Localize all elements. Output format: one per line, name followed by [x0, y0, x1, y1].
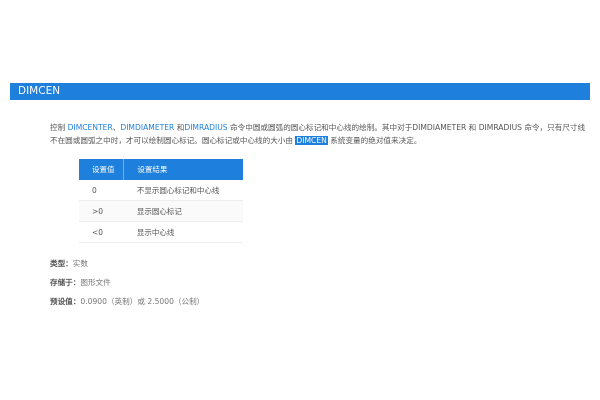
default-field: 预设值：0.0900（英制）或 2.5000（公制） — [50, 296, 204, 307]
link-dimradius[interactable]: DIMRADIUS — [184, 123, 227, 132]
stored-field: 存储于：图形文件 — [50, 277, 111, 288]
table-row: 0 不显示圆心标记和中心线 — [79, 180, 243, 201]
description: 控制 DIMCENTER、DIMDIAMETER 和DIMRADIUS 命令中圆… — [50, 121, 590, 147]
cell: <0 — [79, 221, 124, 243]
table-row: <0 显示中心线 — [79, 221, 243, 243]
cell: 0 — [79, 180, 124, 201]
type-field: 类型：实数 — [50, 258, 88, 269]
value: 图形文件 — [80, 278, 111, 287]
cell: 显示圆心标记 — [123, 200, 243, 222]
text: 和 — [174, 123, 185, 132]
link-dimcenter[interactable]: DIMCENTER — [68, 123, 113, 132]
settings-table: 设置值 设置结果 0 不显示圆心标记和中心线 >0 显示圆心标记 <0 显示中心线 — [79, 159, 243, 243]
highlighted-term: DIMCEN — [295, 136, 328, 145]
cell: >0 — [79, 200, 124, 222]
column-header: 设置值 — [79, 159, 125, 180]
link-dimdiameter[interactable]: DIMDIAMETER — [120, 123, 174, 132]
label: 类型： — [50, 259, 73, 268]
label: 存储于： — [50, 278, 81, 287]
cell: 显示中心线 — [123, 221, 243, 243]
text: 控制 — [50, 123, 68, 132]
page-title: DIMCEN — [10, 83, 590, 100]
text: 系统变量的绝对值来决定。 — [327, 136, 422, 145]
table-row: >0 显示圆心标记 — [79, 200, 243, 222]
label: 预设值： — [50, 297, 81, 306]
column-header: 设置结果 — [123, 159, 243, 180]
value: 实数 — [72, 259, 88, 268]
cell: 不显示圆心标记和中心线 — [123, 180, 243, 201]
value: 0.0900（英制）或 2.5000（公制） — [80, 297, 205, 306]
